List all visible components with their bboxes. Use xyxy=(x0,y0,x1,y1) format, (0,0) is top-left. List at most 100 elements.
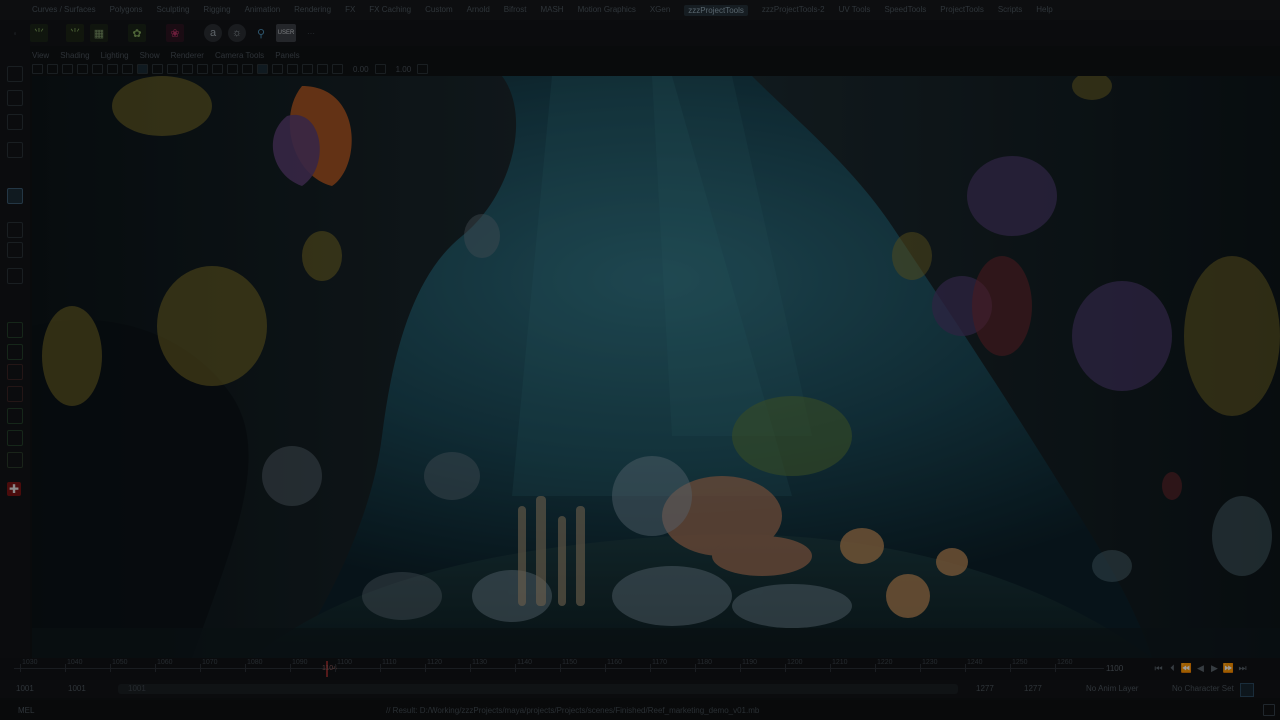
panel-menu-item[interactable]: Show xyxy=(140,51,160,60)
range-end-field[interactable]: 1277 xyxy=(1024,684,1042,693)
plant-icon[interactable]: ✿ xyxy=(128,24,146,42)
menu-set-item[interactable]: Animation xyxy=(245,5,281,16)
search-icon[interactable]: ⚲ xyxy=(252,24,270,42)
menu-set-item[interactable]: zzzProjectTools-2 xyxy=(762,5,825,16)
time-slider[interactable]: 1104 1100 ⏮ ⏴ ⏪ ◀ ▶ ⏩ ⏭ 1030 1040 1050 1060 1070 10… xyxy=(0,658,1280,680)
panel-menu-item[interactable]: View xyxy=(32,51,49,60)
lasso-tool-icon[interactable] xyxy=(7,90,23,106)
current-frame-field[interactable]: 1100 xyxy=(1106,664,1123,673)
film-gate-icon[interactable] xyxy=(152,64,163,74)
menu-set-item[interactable]: Help xyxy=(1036,5,1052,16)
playback-end-field[interactable]: 1277 xyxy=(976,684,994,693)
step-forward-frame-icon[interactable]: ⏩ xyxy=(1222,662,1235,675)
attribute-editor-icon[interactable] xyxy=(7,452,23,468)
menu-set-item[interactable]: FX Caching xyxy=(369,5,411,16)
paint-tool-icon[interactable] xyxy=(7,114,23,130)
panel-menu-item[interactable]: Camera Tools xyxy=(215,51,264,60)
shelf-overflow-icon[interactable]: ⋯ xyxy=(302,24,320,42)
menu-set-item[interactable]: UV Tools xyxy=(839,5,871,16)
menu-set-item[interactable]: FX xyxy=(345,5,355,16)
auto-key-icon[interactable] xyxy=(1240,683,1254,697)
range-start-field[interactable]: 1001 xyxy=(16,684,34,693)
exposure-field[interactable]: 0.00 xyxy=(353,65,369,74)
menu-set-item[interactable]: Rendering xyxy=(294,5,331,16)
script-editor-icon[interactable] xyxy=(7,430,23,446)
brush-tool-icon[interactable] xyxy=(7,188,23,204)
gamma-field[interactable]: 1.00 xyxy=(396,65,412,74)
gate-mask-icon[interactable] xyxy=(182,64,193,74)
script-language-toggle[interactable]: MEL xyxy=(18,706,34,715)
anim-layer-dropdown[interactable]: No Anim Layer xyxy=(1086,684,1138,693)
select-tool-icon[interactable] xyxy=(7,66,23,82)
dope-sheet-icon[interactable] xyxy=(7,364,23,380)
panel-menu-item[interactable]: Lighting xyxy=(101,51,129,60)
reef-icon[interactable]: ❀ xyxy=(166,24,184,42)
wireframe-icon[interactable] xyxy=(242,64,253,74)
layout-quad-icon[interactable] xyxy=(7,242,23,258)
image-plane-icon[interactable] xyxy=(92,64,103,74)
grass-paint-icon[interactable]: ⺌ xyxy=(66,24,84,42)
grass-icon[interactable]: ⺌ xyxy=(30,24,48,42)
gamma-icon[interactable] xyxy=(374,64,386,74)
shadows-icon[interactable] xyxy=(302,64,313,74)
go-to-end-icon[interactable]: ⏭ xyxy=(1236,662,1249,675)
playback-start-field[interactable]: 1001 xyxy=(68,684,86,693)
camera-attributes-icon[interactable] xyxy=(62,64,73,74)
use-lights-icon[interactable] xyxy=(287,64,298,74)
layout-single-icon[interactable] xyxy=(7,222,23,238)
menu-set-item[interactable]: Arnold xyxy=(467,5,490,16)
arnold-light-icon[interactable]: ☼ xyxy=(228,24,246,42)
outliner-icon[interactable] xyxy=(7,322,23,338)
step-back-key-icon[interactable]: ⏴ xyxy=(1166,662,1179,675)
textured-icon[interactable] xyxy=(272,64,283,74)
field-chart-icon[interactable] xyxy=(197,64,208,74)
graph-editor-icon[interactable] xyxy=(7,344,23,360)
exposure-icon[interactable] xyxy=(332,64,343,74)
character-set-dropdown[interactable]: No Character Set xyxy=(1172,684,1234,693)
menu-set-item[interactable]: MASH xyxy=(540,5,563,16)
menu-set-item[interactable]: Scripts xyxy=(998,5,1022,16)
render-view-icon[interactable] xyxy=(7,408,23,424)
menu-set-item[interactable]: SpeedTools xyxy=(884,5,926,16)
safe-action-icon[interactable] xyxy=(212,64,223,74)
2d-pan-zoom-icon[interactable] xyxy=(107,64,118,74)
grid-icon[interactable]: ▦ xyxy=(90,24,108,42)
grid-toggle-icon[interactable] xyxy=(137,64,148,74)
safe-title-icon[interactable] xyxy=(227,64,238,74)
menu-set-item[interactable]: Sculpting xyxy=(157,5,190,16)
play-back-icon[interactable]: ◀ xyxy=(1194,662,1207,675)
user-icon[interactable]: USER xyxy=(276,24,296,42)
step-back-frame-icon[interactable]: ⏪ xyxy=(1180,662,1193,675)
menu-set-item[interactable]: Rigging xyxy=(203,5,230,16)
lock-camera-icon[interactable] xyxy=(47,64,58,74)
menu-set-item[interactable]: Bifrost xyxy=(504,5,527,16)
range-bar[interactable]: 1001 xyxy=(118,684,958,694)
bookmark-icon[interactable] xyxy=(77,64,88,74)
shelf-menu-icon[interactable]: ◦ xyxy=(6,24,24,42)
menu-set-item[interactable]: Curves / Surfaces xyxy=(32,5,96,16)
menu-set-item[interactable]: XGen xyxy=(650,5,670,16)
viewport-3d[interactable] xyxy=(32,76,1280,658)
menu-set-item[interactable]: Motion Graphics xyxy=(578,5,636,16)
ambient-occlusion-icon[interactable] xyxy=(317,64,328,74)
grease-pencil-icon[interactable] xyxy=(122,64,133,74)
menu-set-item[interactable]: Custom xyxy=(425,5,453,16)
layout-split-icon[interactable] xyxy=(7,268,23,284)
panel-menu-item[interactable]: Panels xyxy=(275,51,299,60)
select-camera-icon[interactable] xyxy=(32,64,43,74)
menu-set-item[interactable]: Polygons xyxy=(110,5,143,16)
move-tool-icon[interactable] xyxy=(7,142,23,158)
medic-cross-icon[interactable]: ✚ xyxy=(7,482,21,496)
panel-menu-item[interactable]: Shading xyxy=(60,51,89,60)
menu-set-item[interactable]: ProjectTools xyxy=(940,5,984,16)
color-management-icon[interactable] xyxy=(417,64,429,74)
go-to-start-icon[interactable]: ⏮ xyxy=(1152,662,1165,675)
resolution-gate-icon[interactable] xyxy=(167,64,178,74)
menu-set-item[interactable]: zzzProjectTools xyxy=(684,4,748,16)
smooth-shade-icon[interactable] xyxy=(257,64,268,74)
panel-menu-item[interactable]: Renderer xyxy=(171,51,204,60)
arnold-icon[interactable]: a xyxy=(204,24,222,42)
hypershade-icon[interactable] xyxy=(7,386,23,402)
play-forward-icon[interactable]: ▶ xyxy=(1208,662,1221,675)
script-editor-button-icon[interactable] xyxy=(1263,704,1275,716)
